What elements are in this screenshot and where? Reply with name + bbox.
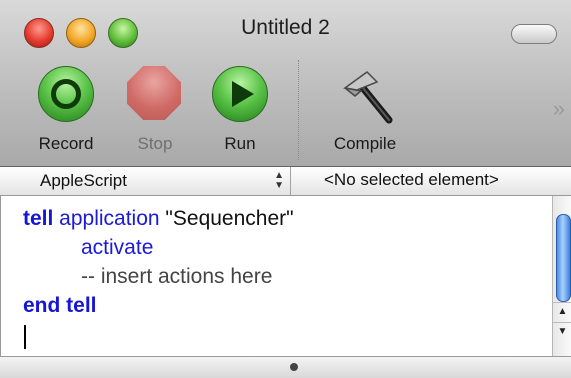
text-cursor bbox=[24, 325, 26, 349]
string-literal: "Sequencher" bbox=[165, 207, 294, 230]
script-editor-window: Untitled 2 Record Stop Run Compile » App… bbox=[0, 0, 571, 378]
record-button[interactable]: Record bbox=[24, 66, 108, 162]
scrollbar-thumb[interactable] bbox=[556, 214, 571, 302]
toolbar-overflow-icon[interactable]: » bbox=[553, 96, 566, 122]
language-popup[interactable]: AppleScript ▲ ▼ bbox=[0, 167, 291, 195]
language-value: AppleScript bbox=[40, 171, 127, 190]
stop-icon bbox=[127, 66, 183, 122]
keyword-application: application bbox=[53, 207, 166, 230]
toolbar-separator bbox=[298, 60, 299, 160]
navigation-bar: AppleScript ▲ ▼ <No selected element> bbox=[0, 167, 571, 196]
code-line-1: tell application "Sequencher" bbox=[23, 204, 294, 233]
stop-label: Stop bbox=[137, 134, 173, 153]
window-toolbar: Untitled 2 Record Stop Run Compile » bbox=[0, 0, 571, 167]
code-line-4: end tell bbox=[23, 294, 97, 317]
compile-label: Compile bbox=[333, 134, 397, 153]
compile-button[interactable]: Compile bbox=[310, 66, 420, 162]
run-icon bbox=[212, 66, 268, 122]
run-button[interactable]: Run bbox=[198, 66, 282, 162]
record-label: Record bbox=[38, 134, 94, 153]
stop-button[interactable]: Stop bbox=[113, 66, 197, 162]
pane-splitter[interactable] bbox=[0, 356, 571, 378]
hammer-icon bbox=[337, 66, 393, 124]
run-label: Run bbox=[224, 134, 256, 153]
code-line-3: -- insert actions here bbox=[81, 265, 273, 288]
element-popup[interactable]: <No selected element> bbox=[324, 170, 499, 190]
window-title: Untitled 2 bbox=[241, 16, 330, 39]
script-text-area[interactable]: tell application "Sequencher" activate -… bbox=[0, 196, 553, 356]
scroll-down-arrow-icon[interactable]: ▼ bbox=[553, 322, 571, 341]
record-icon bbox=[38, 66, 94, 122]
keyword-tell: tell bbox=[23, 207, 54, 230]
script-code: tell application "Sequencher" activate -… bbox=[23, 204, 294, 320]
splitter-grip-icon[interactable] bbox=[290, 363, 298, 371]
toolbar-toggle-button[interactable] bbox=[511, 24, 557, 44]
scroll-up-arrow-icon[interactable]: ▲ bbox=[553, 302, 571, 321]
popup-arrows-icon: ▲ ▼ bbox=[274, 170, 284, 191]
vertical-scrollbar[interactable]: ▲ ▼ bbox=[552, 196, 571, 356]
code-line-2: activate bbox=[81, 236, 154, 259]
